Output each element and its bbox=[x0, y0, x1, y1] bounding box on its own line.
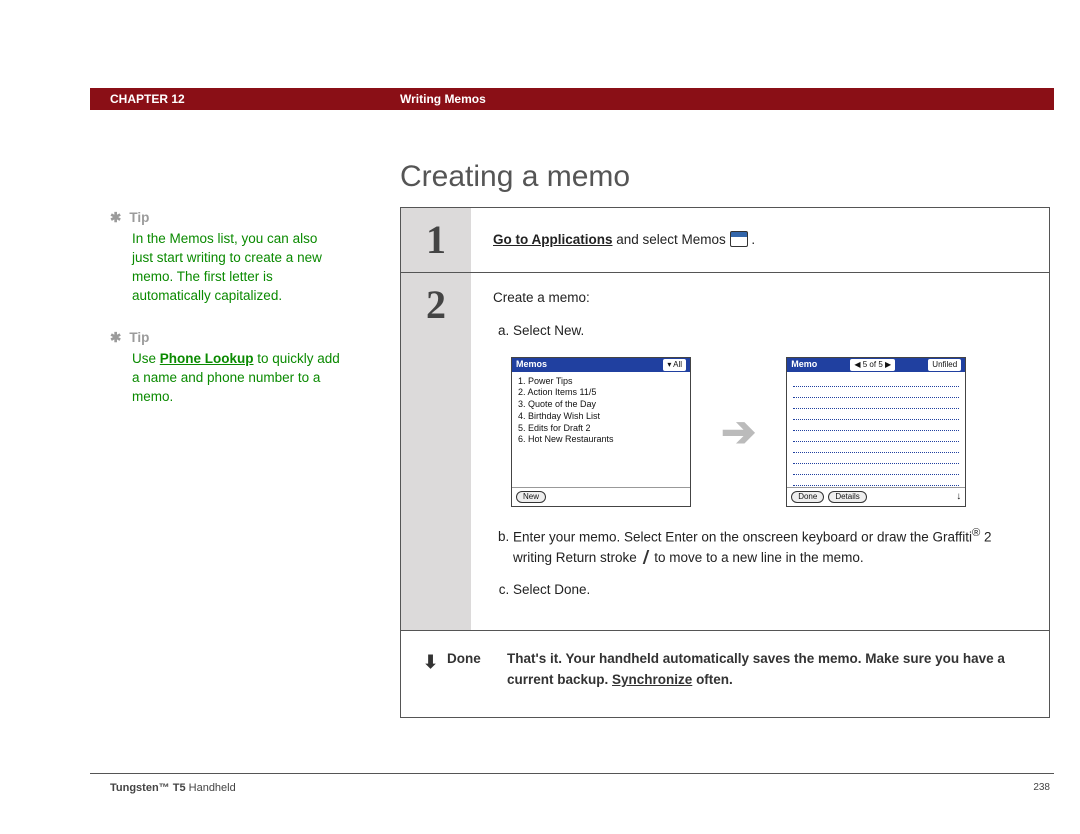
steps-box: 1 Go to Applications and select Memos . … bbox=[400, 207, 1050, 718]
done-row: ⬇ Done That's it. Your handheld automati… bbox=[401, 631, 1049, 717]
memos-app-icon bbox=[730, 231, 748, 247]
dev-title: Memos bbox=[516, 358, 547, 372]
tip-label: Tip bbox=[110, 329, 340, 348]
step-number: 1 bbox=[426, 217, 446, 262]
chapter-number: CHAPTER 12 bbox=[110, 92, 185, 106]
new-button: New bbox=[516, 491, 546, 503]
chapter-header: CHAPTER 12 Writing Memos bbox=[90, 88, 1054, 110]
footer-rule bbox=[90, 773, 1054, 774]
step2b: Enter your memo. Select Enter on the ons… bbox=[513, 525, 1031, 568]
dev-title: Memo bbox=[791, 358, 817, 372]
page-title: Creating a memo bbox=[400, 160, 630, 194]
return-stroke-icon bbox=[641, 550, 651, 564]
memos-items: 1. Power Tips 2. Action Items 11/5 3. Qu… bbox=[512, 372, 690, 488]
step2c: Select Done. bbox=[513, 580, 1031, 600]
memo-lines bbox=[787, 372, 965, 488]
details-button: Details bbox=[828, 491, 866, 503]
step-number: 2 bbox=[426, 282, 446, 327]
memos-list-screenshot: Memos ▾ All 1. Power Tips 2. Action Item… bbox=[511, 357, 691, 507]
step-1: 1 Go to Applications and select Memos . bbox=[401, 208, 1049, 273]
page-number: 238 bbox=[1033, 782, 1050, 793]
step1-post: and select Memos bbox=[613, 232, 730, 247]
step-body: Go to Applications and select Memos . bbox=[471, 208, 1049, 272]
dev-category: ▾ All bbox=[663, 359, 686, 371]
tips-sidebar: Tip In the Memos list, you can also just… bbox=[110, 209, 340, 431]
dev-counter: ◀ 5 of 5 ▶ bbox=[850, 359, 895, 371]
done-label: Done bbox=[447, 649, 507, 691]
go-to-applications-link[interactable]: Go to Applications bbox=[493, 232, 613, 247]
step-2: 2 Create a memo: Select New. Memos ▾ All bbox=[401, 273, 1049, 631]
tip-pre: Use bbox=[132, 351, 160, 366]
done-arrow-icon: ⬇ bbox=[423, 649, 447, 691]
step2-intro: Create a memo: bbox=[493, 288, 1031, 308]
arrow-right-icon: ➔ bbox=[721, 411, 756, 453]
step-number-cell: 2 bbox=[401, 273, 471, 630]
scroll-down-icon: ↓ bbox=[956, 489, 961, 504]
tip-2: Tip Use Phone Lookup to quickly add a na… bbox=[110, 329, 340, 407]
step-body: Create a memo: Select New. Memos ▾ All 1… bbox=[471, 273, 1049, 630]
step2a: Select New. bbox=[513, 321, 1031, 341]
footer-product: Tungsten™ T5 Handheld bbox=[110, 782, 236, 794]
tip-body: In the Memos list, you can also just sta… bbox=[132, 230, 340, 306]
memo-edit-screenshot: Memo ◀ 5 of 5 ▶ Unfiled Done D bbox=[786, 357, 966, 507]
chapter-subject: Writing Memos bbox=[400, 92, 486, 106]
tip-label: Tip bbox=[110, 209, 340, 228]
done-button: Done bbox=[791, 491, 824, 503]
screenshots-row: Memos ▾ All 1. Power Tips 2. Action Item… bbox=[511, 357, 1031, 507]
dev-category: Unfiled bbox=[928, 359, 961, 371]
synchronize-link[interactable]: Synchronize bbox=[612, 672, 692, 687]
tip-body: Use Phone Lookup to quickly add a name a… bbox=[132, 350, 340, 407]
done-text: That's it. Your handheld automatically s… bbox=[507, 649, 1027, 691]
phone-lookup-link[interactable]: Phone Lookup bbox=[160, 351, 254, 366]
step-number-cell: 1 bbox=[401, 208, 471, 272]
tip-1: Tip In the Memos list, you can also just… bbox=[110, 209, 340, 305]
